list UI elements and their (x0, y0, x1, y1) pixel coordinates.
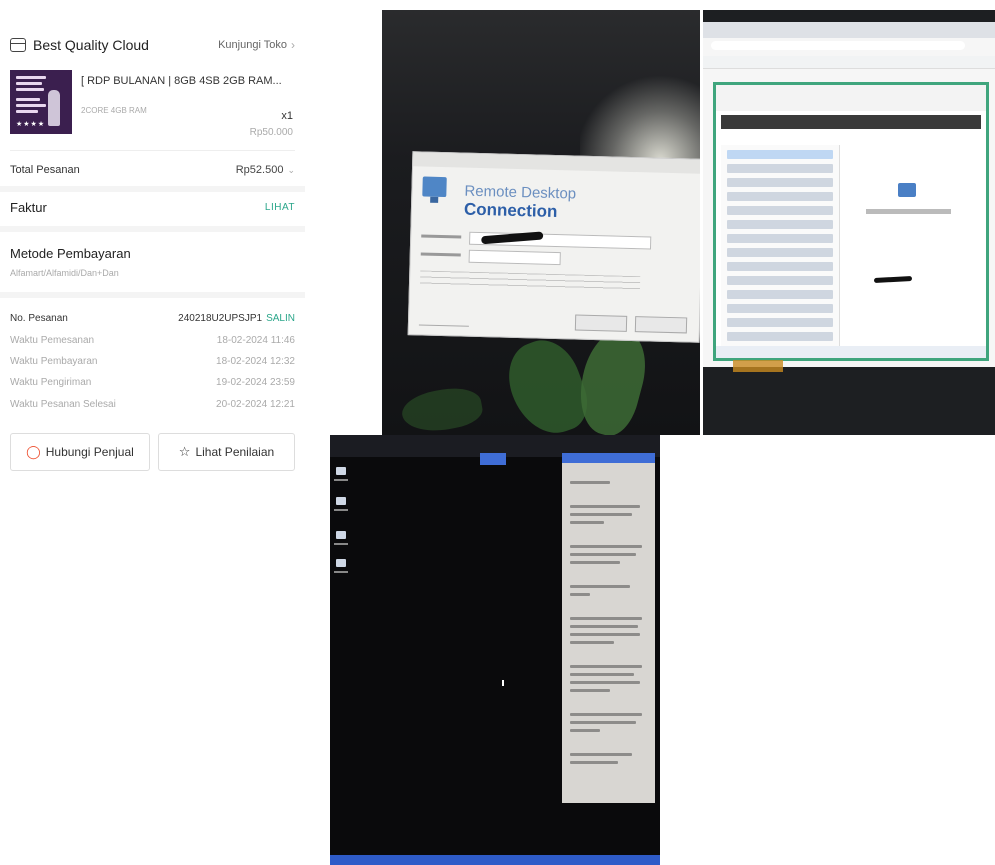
payment-time-row: Waktu Pembayaran 18-02-2024 12:32 (10, 356, 295, 367)
section-separator (0, 186, 305, 192)
browser-tabs (703, 22, 995, 38)
laptop-screen (703, 22, 995, 367)
show-options-link[interactable] (418, 310, 470, 327)
redaction-mark (873, 276, 913, 283)
shipping-time-label: Waktu Pengiriman (10, 377, 92, 388)
completed-time-value: 20-02-2024 12:21 (216, 399, 295, 410)
notepad-window (562, 463, 655, 803)
remote-desktop-dialog: Remote Desktop Connection (407, 151, 700, 343)
shipping-time-value: 19-02-2024 23:59 (216, 377, 295, 388)
view-invoice-link[interactable]: LIHAT (265, 202, 295, 213)
desktop-icon (336, 531, 346, 539)
explorer-titlebar (721, 115, 981, 129)
order-number-value: 240218U2UPSJP1 (178, 313, 263, 324)
product-thumbnail: ★★★★ (10, 70, 72, 134)
star-icon: ☆ (178, 444, 191, 459)
order-number-label: No. Pesanan (10, 313, 68, 324)
view-rating-button[interactable]: ☆ Lihat Penilaian (158, 433, 295, 471)
total-label: Total Pesanan (10, 164, 80, 176)
desktop-icon (336, 559, 346, 567)
browser-bookmarks-bar (703, 56, 995, 69)
photo-remote-desktop: Remote Desktop Connection (382, 10, 700, 435)
product-item[interactable]: ★★★★ [ RDP BULANAN | 8GB 4SB 2GB RAM... … (10, 70, 295, 144)
product-title: [ RDP BULANAN | 8GB 4SB 2GB RAM... (81, 75, 282, 87)
remote-session-frame (713, 82, 989, 361)
photo-dark-desktop (330, 435, 660, 865)
payment-method-value: Alfamart/Alfamidi/Dan+Dan (10, 268, 119, 278)
copy-order-number-button[interactable]: SALIN (266, 313, 295, 324)
view-rating-label: Lihat Penilaian (195, 445, 275, 459)
desktop-icon (336, 467, 346, 475)
section-separator (0, 226, 305, 232)
connect-button[interactable] (574, 314, 628, 332)
help-button[interactable] (634, 316, 688, 334)
computer-icon (898, 183, 916, 197)
invoice-label: Faktur (10, 199, 47, 215)
store-name: Best Quality Cloud (33, 37, 149, 53)
order-time-value: 18-02-2024 11:46 (216, 335, 295, 346)
contact-seller-label: Hubungi Penjual (45, 445, 134, 459)
store-header[interactable]: Best Quality Cloud Kunjungi Toko › (10, 32, 295, 58)
product-price: Rp50.000 (249, 127, 293, 138)
visit-store-label: Kunjungi Toko (218, 39, 287, 51)
explorer-ribbon (716, 85, 986, 111)
payment-method-title: Metode Pembayaran (10, 246, 131, 261)
visit-store-link[interactable]: Kunjungi Toko › (218, 38, 295, 52)
invoice-row: Faktur LIHAT (10, 196, 295, 218)
order-detail-card: Best Quality Cloud Kunjungi Toko › ★★★★ … (0, 0, 305, 480)
browser-address-bar (711, 41, 965, 50)
explorer-sidebar (721, 145, 840, 354)
mouse-cursor (502, 680, 504, 686)
completed-time-label: Waktu Pesanan Selesai (10, 399, 116, 410)
photo-laptop-explorer (703, 10, 995, 435)
monitor-icon (422, 176, 447, 198)
desktop-icon (336, 497, 346, 505)
completed-time-row: Waktu Pesanan Selesai 20-02-2024 12:21 (10, 399, 295, 410)
contact-seller-button[interactable]: ◯ Hubungi Penjual (10, 433, 150, 471)
order-number-row: No. Pesanan 240218U2UPSJP1 SALIN (10, 313, 295, 324)
divider (10, 150, 295, 151)
section-separator (0, 292, 305, 298)
shipping-time-row: Waktu Pengiriman 19-02-2024 23:59 (10, 377, 295, 388)
remote-taskbar (716, 346, 986, 358)
total-value: Rp52.500 (235, 164, 284, 176)
payment-time-value: 18-02-2024 12:32 (216, 356, 295, 367)
product-variation: 2CORE 4GB RAM (81, 106, 147, 115)
laptop-sticker (733, 360, 783, 372)
chat-icon: ◯ (26, 444, 41, 459)
chevron-down-icon: ⌄ (287, 164, 295, 175)
payment-time-label: Waktu Pembayaran (10, 356, 98, 367)
username-field[interactable] (468, 249, 561, 266)
product-quantity: x1 (281, 110, 293, 122)
total-row[interactable]: Total Pesanan Rp52.500 ⌄ (10, 160, 295, 180)
screen-taskbar (330, 855, 660, 865)
dialog-heading-line2: Connection (463, 199, 558, 222)
chevron-right-icon: › (291, 38, 295, 52)
store-icon (10, 38, 26, 52)
order-time-label: Waktu Pemesanan (10, 335, 95, 346)
order-time-row: Waktu Pemesanan 18-02-2024 11:46 (10, 335, 295, 346)
